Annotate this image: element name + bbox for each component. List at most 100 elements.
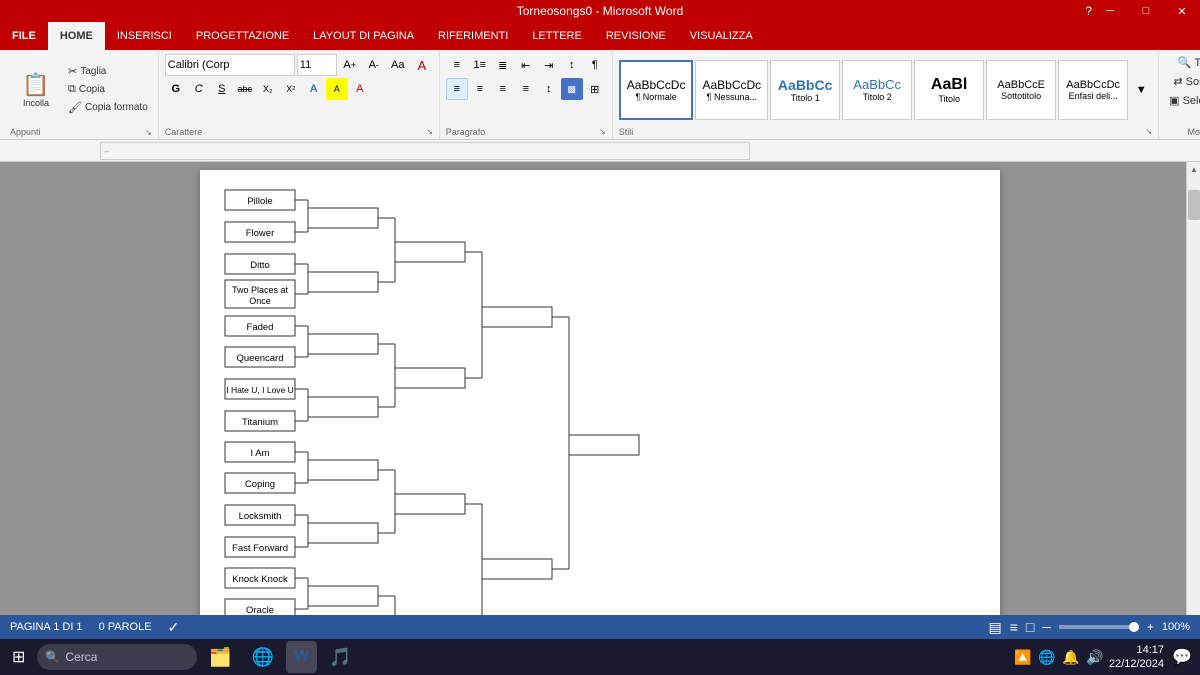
svg-text:Ditto: Ditto <box>250 260 270 271</box>
superscript-button[interactable]: X² <box>280 78 302 100</box>
tab-visualizza[interactable]: VISUALIZZA <box>678 22 765 50</box>
taskbar-app-explorer[interactable]: 🗂️ <box>201 641 239 673</box>
taskbar: ⊞ 🔍 🗂️ 🌐 W 🎵 🔼 🌐 🔔 🔊 14:17 22/12/2024 💬 <box>0 639 1200 675</box>
close-button[interactable]: ✕ <box>1164 0 1200 22</box>
carattere-expand-icon[interactable]: ↘ <box>426 127 433 137</box>
svg-text:Two Places at: Two Places at <box>232 285 289 295</box>
line-spacing-button[interactable]: ↕ <box>538 78 560 100</box>
copia-button[interactable]: ⧉ Copia <box>64 81 152 98</box>
align-center-button[interactable]: ≡ <box>469 78 491 100</box>
trova-button[interactable]: 🔍 Trova ▾ <box>1174 54 1200 71</box>
taglia-button[interactable]: ✂ Taglia <box>64 63 152 80</box>
search-wrapper: 🔍 <box>37 644 197 670</box>
font-name-input[interactable] <box>165 54 295 76</box>
subscript-button[interactable]: X₂ <box>257 78 279 100</box>
styles-scroll-down[interactable]: ▼ <box>1130 79 1152 101</box>
taskbar-app-spotify[interactable]: 🎵 <box>321 641 359 673</box>
bold-button[interactable]: G <box>165 78 187 100</box>
date: 22/12/2024 <box>1109 657 1164 671</box>
style-normale[interactable]: AaBbCcDc ¶ Normale <box>619 60 694 120</box>
zoom-in-button[interactable]: + <box>1147 620 1154 634</box>
svg-text:I Hate U, I Love U: I Hate U, I Love U <box>226 385 294 395</box>
sostituisci-button[interactable]: ⇄ Sostituisci <box>1169 73 1200 90</box>
proofing-icon[interactable]: ✓ <box>168 619 180 636</box>
change-case-button[interactable]: Aa <box>387 54 409 76</box>
shading-button[interactable]: ▩ <box>561 78 583 100</box>
align-left-button[interactable]: ≡ <box>446 78 468 100</box>
tray-notification-icon[interactable]: 🔔 <box>1061 647 1081 667</box>
svg-text:Titanium: Titanium <box>242 417 278 428</box>
style-titolo[interactable]: AaBl Titolo <box>914 60 984 120</box>
font-grow-button[interactable]: A+ <box>339 54 361 76</box>
scroll-up-arrow[interactable]: ▲ <box>1187 162 1200 176</box>
borders-button[interactable]: ⊞ <box>584 78 606 100</box>
start-button[interactable]: ⊞ <box>4 641 33 673</box>
tray-overflow-icon[interactable]: 🔼 <box>1013 647 1033 667</box>
view-web-icon[interactable]: ≡ <box>1010 619 1018 635</box>
seleziona-button[interactable]: ▣ Seleziona ▾ <box>1165 92 1200 109</box>
show-marks-button[interactable]: ¶ <box>584 54 606 76</box>
clock-display[interactable]: 14:17 22/12/2024 <box>1109 643 1164 672</box>
notification-center-button[interactable]: 💬 <box>1168 643 1196 671</box>
page-info: PAGINA 1 DI 1 <box>10 621 83 633</box>
sort-button[interactable]: ↕ <box>561 54 583 76</box>
align-right-button[interactable]: ≡ <box>492 78 514 100</box>
appunti-expand-icon[interactable]: ↘ <box>145 128 152 137</box>
zoom-slider[interactable] <box>1059 625 1139 629</box>
style-sottotitolo[interactable]: AaBbCcE Sottotitolo <box>986 60 1056 120</box>
tab-inserisci[interactable]: INSERISCI <box>105 22 184 50</box>
style-titolo1[interactable]: AaBbCc Titolo 1 <box>770 60 840 120</box>
tab-progettazione[interactable]: PROGETTAZIONE <box>184 22 301 50</box>
tray-network-icon[interactable]: 🌐 <box>1037 647 1057 667</box>
appunti-label: Appunti ↘ <box>10 125 152 137</box>
tray-volume-icon[interactable]: 🔊 <box>1085 647 1105 667</box>
vertical-scrollbar[interactable]: ▲ <box>1186 162 1200 615</box>
numbering-button[interactable]: 1≡ <box>469 54 491 76</box>
svg-text:Pillole: Pillole <box>247 196 272 207</box>
incolla-button[interactable]: 📋 Incolla <box>10 57 62 123</box>
stili-expand-icon[interactable]: ↘ <box>1145 127 1152 137</box>
italic-button[interactable]: C <box>188 78 210 100</box>
copia-formato-button[interactable]: 🖌 Copia formato <box>64 99 152 116</box>
taskbar-search-icon: 🔍 <box>45 650 60 664</box>
tab-layout[interactable]: LAYOUT DI PAGINA <box>301 22 426 50</box>
taskbar-app-word[interactable]: W <box>286 641 317 673</box>
carattere-label: Carattere ↘ <box>165 125 433 137</box>
decrease-indent-button[interactable]: ⇤ <box>515 54 537 76</box>
tab-file[interactable]: FILE <box>0 22 48 50</box>
modifica-group: 🔍 Trova ▾ ⇄ Sostituisci ▣ Seleziona ▾ Mo… <box>1159 50 1200 139</box>
maximize-button[interactable]: □ <box>1128 0 1164 22</box>
tab-home[interactable]: HOME <box>48 22 105 50</box>
svg-text:Faded: Faded <box>247 322 274 333</box>
highlight-button[interactable]: A <box>326 78 348 100</box>
zoom-out-button[interactable]: ─ <box>1042 620 1051 634</box>
view-read-icon[interactable]: □ <box>1026 619 1034 635</box>
scroll-thumb[interactable] <box>1188 190 1200 220</box>
strikethrough-button[interactable]: abc <box>234 78 256 100</box>
justify-button[interactable]: ≡ <box>515 78 537 100</box>
font-shrink-button[interactable]: A- <box>363 54 385 76</box>
tab-riferimenti[interactable]: RIFERIMENTI <box>426 22 520 50</box>
clear-format-button[interactable]: A <box>411 54 433 76</box>
help-button[interactable]: ? <box>1085 4 1092 18</box>
minimize-button[interactable]: ─ <box>1092 0 1128 22</box>
bullets-button[interactable]: ≡ <box>446 54 468 76</box>
underline-button[interactable]: S <box>211 78 233 100</box>
multilevel-button[interactable]: ≣ <box>492 54 514 76</box>
taskbar-search-input[interactable] <box>37 644 197 670</box>
style-titolo2[interactable]: AaBbCc Titolo 2 <box>842 60 912 120</box>
svg-text:Flower: Flower <box>246 228 275 239</box>
taskbar-app-chrome[interactable]: 🌐 <box>244 641 282 673</box>
text-color-button[interactable]: A <box>303 78 325 100</box>
zoom-level: 100% <box>1162 621 1190 633</box>
style-enfasi[interactable]: AaBbCcDc Enfasi deli... <box>1058 60 1128 120</box>
view-print-icon[interactable]: ▤ <box>988 619 1001 636</box>
font-color-button[interactable]: A <box>349 78 371 100</box>
paragrafo-expand-icon[interactable]: ↘ <box>599 127 606 137</box>
increase-indent-button[interactable]: ⇥ <box>538 54 560 76</box>
copy-icon: ⧉ <box>68 83 76 96</box>
style-nessuna[interactable]: AaBbCcDc ¶ Nessuna... <box>695 60 768 120</box>
tab-revisione[interactable]: REVISIONE <box>594 22 678 50</box>
font-size-input[interactable] <box>297 54 337 76</box>
tab-lettere[interactable]: LETTERE <box>520 22 594 50</box>
